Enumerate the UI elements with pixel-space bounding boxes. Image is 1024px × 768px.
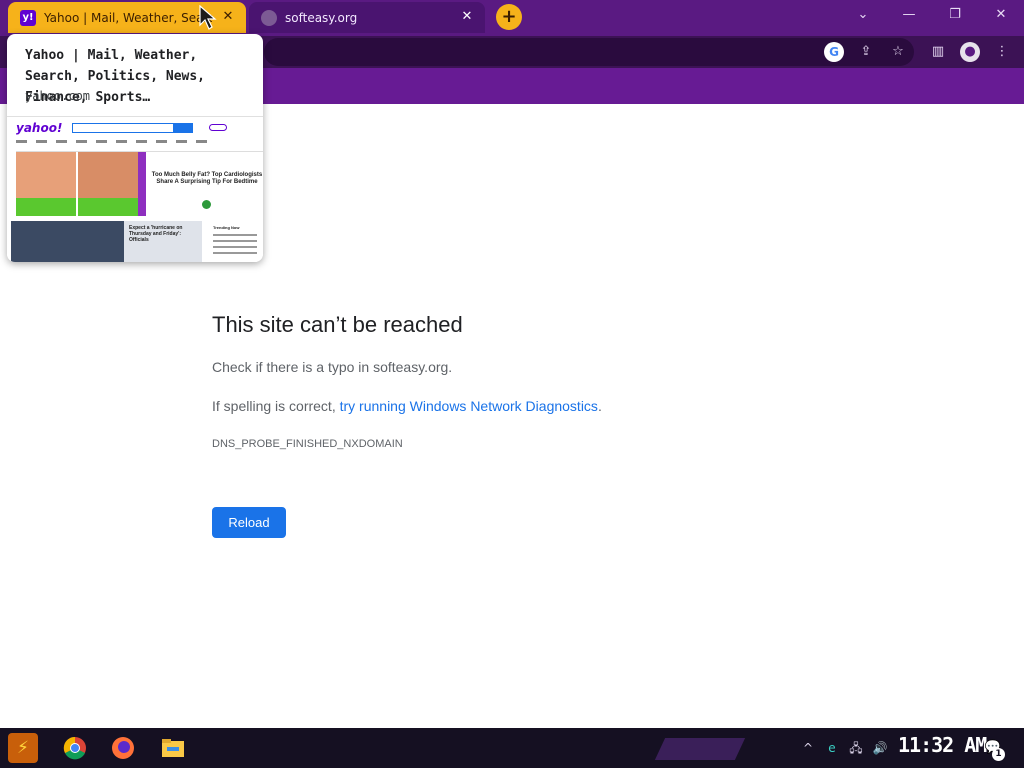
preview-nav	[16, 140, 256, 144]
yahoo-logo: yahoo!	[16, 121, 63, 135]
tab-strip: y! Yahoo | Mail, Weather, Search, Politi…	[0, 0, 1024, 36]
tab-title: Yahoo | Mail, Weather, Search, Politics,…	[44, 10, 212, 25]
tab-search-icon[interactable]: ⌄	[852, 6, 874, 24]
close-window-button[interactable]: ✕	[990, 6, 1012, 24]
screen: y! Yahoo | Mail, Weather, Search, Politi…	[0, 0, 1024, 768]
error-suggestion-diagnostics: If spelling is correct, try running Wind…	[212, 398, 602, 414]
chrome-icon[interactable]	[60, 733, 90, 763]
diagnostics-prefix: If spelling is correct,	[212, 398, 340, 414]
reload-button[interactable]: Reload	[212, 507, 286, 538]
google-icon[interactable]: G	[824, 42, 844, 62]
hover-card-preview: yahoo! Too Much Belly Fat? Top Cardiolog…	[7, 116, 263, 262]
tray-chevron-icon[interactable]: ^	[800, 740, 816, 756]
tab-title: softeasy.org	[285, 10, 358, 25]
diagnostics-suffix: .	[597, 398, 602, 414]
share-icon[interactable]: ⇪	[856, 42, 876, 62]
edge-tray-icon[interactable]: e	[824, 740, 840, 756]
side-panel-icon[interactable]: ▥	[928, 42, 948, 62]
new-tab-button[interactable]: +	[496, 4, 522, 30]
close-icon[interactable]: ✕	[459, 9, 475, 25]
preview-search-button	[173, 123, 193, 133]
globe-icon	[261, 9, 277, 26]
address-bar[interactable]	[264, 38, 914, 66]
close-icon[interactable]: ✕	[220, 9, 236, 25]
yahoo-icon: y!	[20, 9, 36, 26]
menu-icon[interactable]: ⋮	[992, 42, 1012, 62]
play-icon	[202, 200, 211, 209]
error-title: This site can’t be reached	[212, 312, 463, 337]
preview-search-box	[72, 123, 174, 133]
start-button[interactable]: ⚡	[8, 733, 38, 763]
clock[interactable]: 11:32 AM	[898, 733, 987, 757]
ad-headline: Too Much Belly Fat? Top Cardiologists Sh…	[151, 172, 263, 185]
firefox-icon[interactable]	[108, 733, 138, 763]
volume-icon[interactable]: 🔊	[872, 740, 888, 756]
diagnostics-link[interactable]: try running Windows Network Diagnostics	[340, 398, 598, 414]
taskbar: ⚡ ^ e 🖧 🔊 11:32 AM 💬 1	[0, 728, 1024, 768]
error-suggestion-typo: Check if there is a typo in softeasy.org…	[212, 359, 453, 375]
preview-ad: Too Much Belly Fat? Top Cardiologists Sh…	[16, 151, 263, 216]
minimize-button[interactable]: —	[898, 6, 920, 24]
trending-list: Trending Now	[213, 225, 261, 254]
preview-signin-button	[209, 124, 227, 131]
bookmark-star-icon[interactable]: ☆	[888, 42, 908, 62]
hover-card-domain: yahoo.com	[25, 89, 91, 103]
profile-avatar[interactable]: ●	[960, 42, 980, 62]
news-headline: Expect a 'hurricane on Thursday and Frid…	[129, 225, 183, 243]
notification-count-badge: 1	[992, 748, 1005, 761]
tab-hover-card: Yahoo | Mail, Weather, Search, Politics,…	[7, 34, 263, 262]
error-code: DNS_PROBE_FINISHED_NXDOMAIN	[212, 438, 403, 450]
maximize-button[interactable]: ❐	[944, 6, 966, 24]
network-icon[interactable]: 🖧	[848, 740, 864, 756]
mouse-cursor-icon	[199, 5, 217, 30]
file-explorer-icon[interactable]	[158, 733, 188, 763]
news-image	[11, 221, 124, 262]
tab-softeasy[interactable]: softeasy.org ✕	[249, 2, 485, 33]
